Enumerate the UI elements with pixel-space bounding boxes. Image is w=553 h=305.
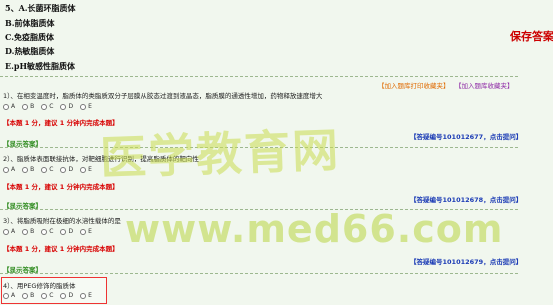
question-3-choices: A B C D E [3,228,92,235]
radio-icon[interactable] [22,228,29,235]
radio-icon[interactable] [3,166,9,173]
choice-b[interactable]: B [22,166,34,173]
question-1-answer-ref-link[interactable]: 【答疑编号101012677，点击提问】 [410,131,522,141]
radio-icon[interactable] [22,103,29,110]
question-2-score: 【本题 1 分，建议 1 分钟内完成本题】 [3,183,119,191]
question-4-choices: A B C D E [3,292,92,299]
choice-a[interactable]: A [3,166,15,173]
option-b: B.前体脂质体 [5,18,55,28]
divider [0,76,518,77]
choice-d[interactable]: D [60,103,73,110]
radio-icon[interactable] [41,228,48,235]
choice-c[interactable]: C [41,166,53,173]
radio-icon[interactable] [80,292,87,299]
choice-e[interactable]: E [80,103,92,110]
choice-c[interactable]: C [41,292,53,299]
divider [0,147,518,148]
divider [0,273,518,274]
radio-icon[interactable] [41,166,48,173]
choice-b[interactable]: B [22,103,34,110]
choice-a[interactable]: A [3,228,15,235]
question-1-text: 1）、在相变温度时，脂质体的类脂质双分子层膜从胶态过渡到液晶态，脂质膜的通透性增… [3,92,323,100]
add-to-print-collection-link[interactable]: 【加入题库打印收藏夹】 [378,80,450,90]
choice-d[interactable]: D [60,228,73,235]
question-2-text: 2）、脂质体表面联接抗体，对靶细胞进行识别，提高脂质体的靶向性 [3,155,199,163]
radio-icon[interactable] [60,166,67,173]
choice-c[interactable]: C [41,103,53,110]
choice-e[interactable]: E [80,292,92,299]
question-4-text: 4）、用PEG修饰的脂质体 [3,282,76,290]
radio-icon[interactable] [80,103,87,110]
radio-icon[interactable] [22,166,29,173]
radio-icon[interactable] [3,228,9,235]
watermark-url: www.med66.com [125,207,504,251]
choice-b[interactable]: B [22,292,34,299]
question-3-text: 3）、将脂质吸附在极细的水溶性载体的是 [3,217,121,225]
choice-d[interactable]: D [60,166,73,173]
choice-c[interactable]: C [41,228,53,235]
option-d: D.热敏脂质体 [5,46,55,56]
option-c: C.免疫脂质体 [5,32,55,42]
radio-icon[interactable] [80,166,87,173]
radio-icon[interactable] [60,228,67,235]
save-answer-button[interactable]: 保存答案 [510,28,553,44]
radio-icon[interactable] [41,292,48,299]
choice-b[interactable]: B [22,228,34,235]
choice-e[interactable]: E [80,228,92,235]
question-3-score: 【本题 1 分，建议 1 分钟内完成本题】 [3,245,119,253]
divider [0,209,518,210]
choice-a[interactable]: A [3,103,15,110]
question-3-answer-ref-link[interactable]: 【答疑编号101012679，点击提问】 [410,256,522,266]
watermark-logo-text: 医学教育网 [99,122,341,186]
radio-icon[interactable] [60,292,67,299]
choice-a[interactable]: A [3,292,15,299]
option-5a: 5、A.长菌环脂质体 [5,3,76,13]
add-to-collection-link[interactable]: 【加入题库收藏夹】 [455,80,514,90]
radio-icon[interactable] [3,292,9,299]
question-2-answer-ref-link[interactable]: 【答疑编号101012678，点击提问】 [410,194,522,204]
option-e: E.pH敏感性脂质体 [5,61,76,71]
question-2-choices: A B C D E [3,166,92,173]
radio-icon[interactable] [80,228,87,235]
question-1-choices: A B C D E [3,103,92,110]
choice-d[interactable]: D [60,292,73,299]
choice-e[interactable]: E [80,166,92,173]
question-1-score: 【本题 1 分，建议 1 分钟内完成本题】 [3,119,119,127]
radio-icon[interactable] [22,292,29,299]
radio-icon[interactable] [41,103,48,110]
radio-icon[interactable] [60,103,67,110]
radio-icon[interactable] [3,103,9,110]
